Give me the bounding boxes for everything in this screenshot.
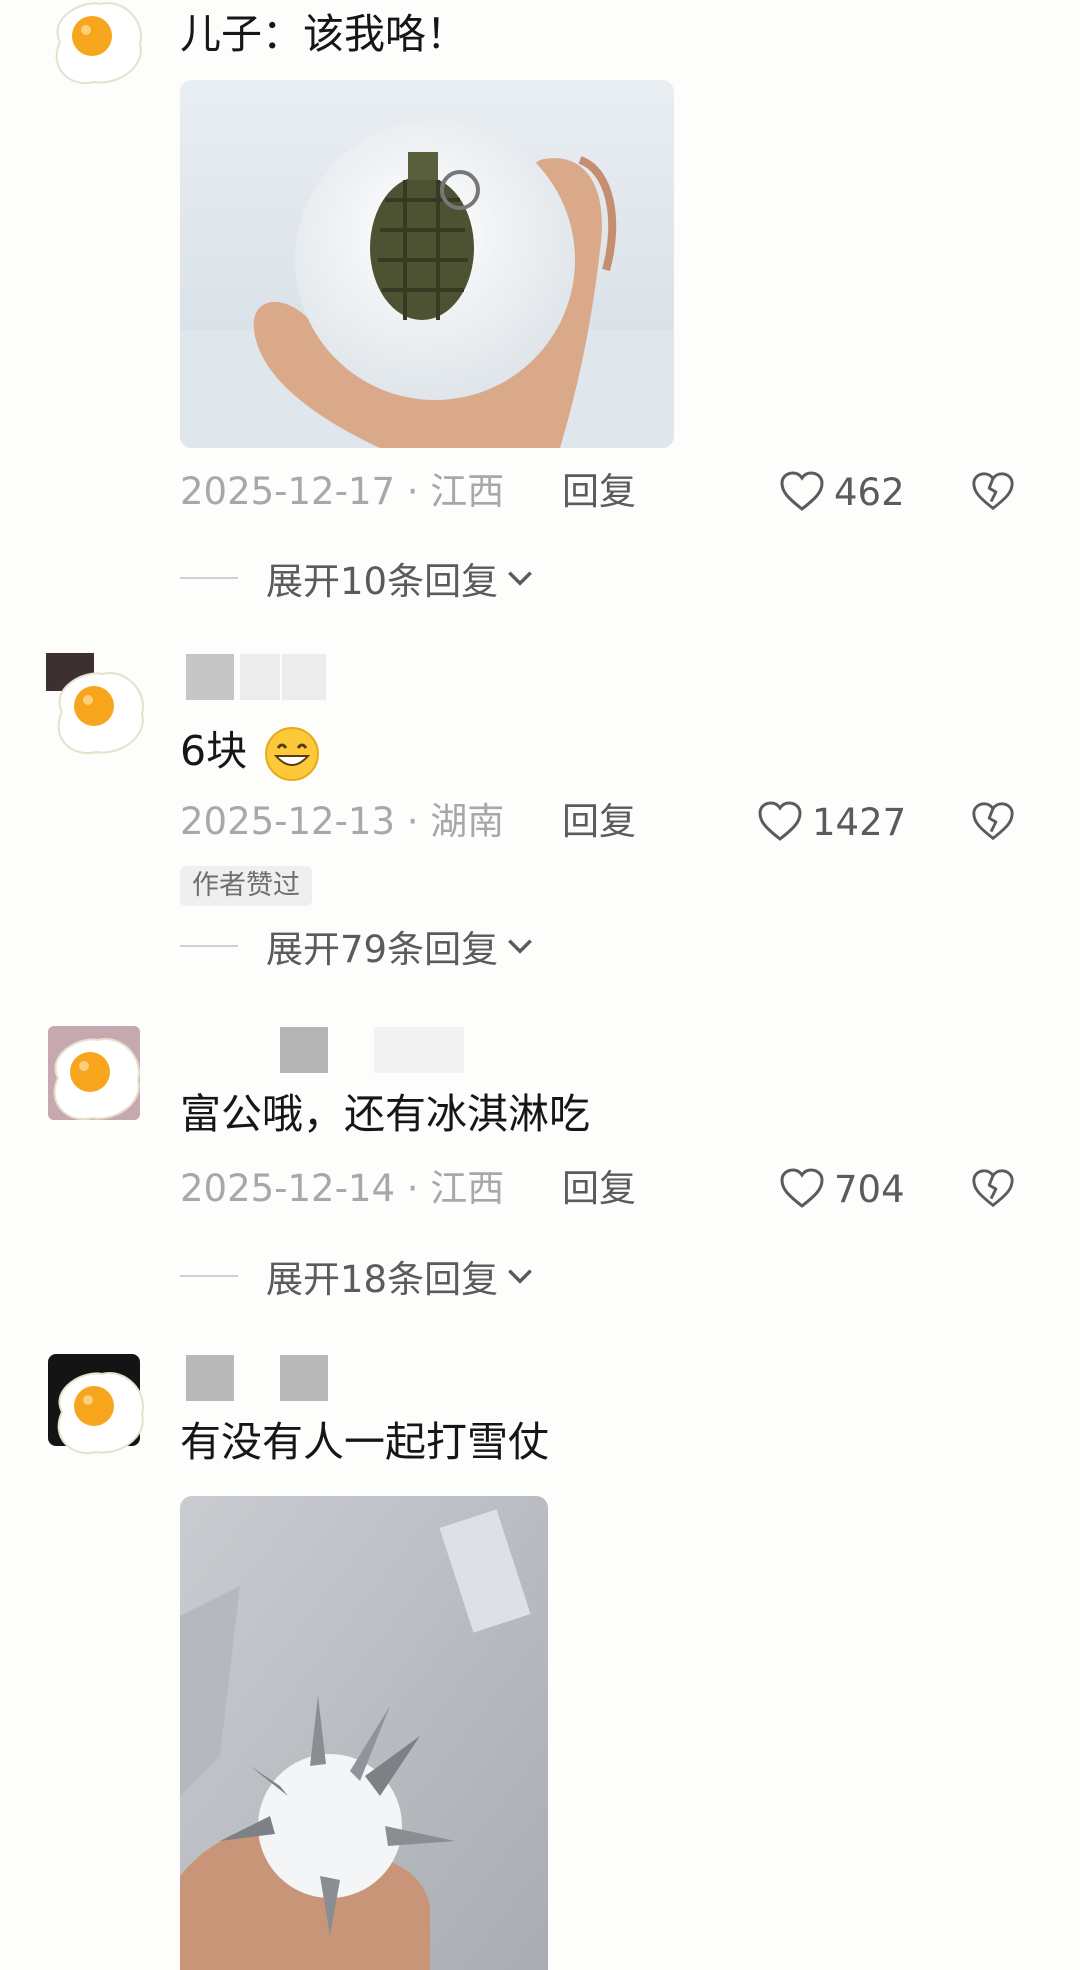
avatar[interactable] — [40, 1032, 146, 1124]
author-liked-badge: 作者赞过 — [180, 866, 312, 906]
like-count: 462 — [834, 470, 905, 514]
chevron-down-icon — [504, 930, 536, 962]
grenade-snowball-photo — [180, 80, 674, 448]
divider-line — [180, 577, 238, 579]
heart-outline-icon — [756, 798, 804, 846]
comment-image-grenade-snowball[interactable] — [180, 80, 674, 448]
reply-button[interactable]: 回复 — [562, 797, 636, 847]
fried-egg-avatar-icon — [40, 1032, 146, 1124]
reply-button[interactable]: 回复 — [562, 1164, 636, 1214]
chevron-down-icon — [504, 1260, 536, 1292]
comment-date-location: 2025-12-14 · 江西 — [180, 1167, 505, 1210]
expand-replies-label: 展开10条回复 — [266, 560, 499, 603]
divider-line — [180, 1275, 238, 1277]
expand-replies-label: 展开79条回复 — [266, 928, 499, 971]
like-count: 1427 — [812, 800, 907, 844]
comment-text-body: 6块 — [180, 727, 248, 775]
heart-outline-icon — [778, 468, 826, 516]
like-button[interactable]: 704 — [778, 1164, 905, 1214]
grinning-face-emoji-icon — [265, 727, 320, 781]
heart-outline-icon — [778, 1165, 826, 1213]
like-button[interactable]: 1427 — [756, 797, 906, 847]
username-redacted[interactable] — [186, 1355, 234, 1401]
username-redacted[interactable] — [186, 654, 234, 700]
comment-text: 富公哦，还有冰淇淋吃 — [180, 1090, 590, 1138]
comment-text: 有没有人一起打雪仗 — [180, 1418, 549, 1466]
like-count: 704 — [834, 1167, 905, 1211]
expand-replies-button[interactable]: 展开10条回复 — [180, 553, 536, 603]
expand-replies-button[interactable]: 展开79条回复 — [180, 921, 536, 971]
username-redacted — [374, 1027, 464, 1073]
divider-line — [180, 945, 238, 947]
fried-egg-avatar-icon — [44, 666, 150, 758]
comment-date-location: 2025-12-13 · 湖南 — [180, 800, 505, 843]
username-redacted — [282, 654, 326, 700]
avatar[interactable] — [42, 0, 148, 88]
expand-replies-label: 展开18条回复 — [266, 1258, 499, 1301]
comment-text: 6块 — [180, 724, 322, 784]
fried-egg-avatar-icon — [44, 1366, 150, 1458]
reply-button[interactable]: 回复 — [562, 467, 636, 517]
spiked-snowball-photo — [180, 1496, 548, 1970]
avatar[interactable] — [44, 666, 150, 758]
dislike-button[interactable] — [970, 799, 1016, 845]
expand-replies-button[interactable]: 展开18条回复 — [180, 1251, 536, 1301]
fried-egg-avatar-icon — [42, 0, 148, 88]
broken-heart-icon — [970, 469, 1016, 515]
broken-heart-icon — [970, 1166, 1016, 1212]
dislike-button[interactable] — [970, 1166, 1016, 1212]
comment-date-location: 2025-12-17 · 江西 — [180, 470, 505, 513]
username-redacted — [240, 654, 280, 700]
comment-image-spiked-snowball[interactable] — [180, 1496, 548, 1970]
comment-text: 儿子：该我咯！ — [180, 10, 467, 58]
chevron-down-icon — [504, 562, 536, 594]
username-redacted — [280, 1355, 328, 1401]
like-button[interactable]: 462 — [778, 467, 905, 517]
broken-heart-icon — [970, 799, 1016, 845]
username-redacted[interactable] — [280, 1027, 328, 1073]
avatar[interactable] — [44, 1366, 150, 1458]
dislike-button[interactable] — [970, 469, 1016, 515]
